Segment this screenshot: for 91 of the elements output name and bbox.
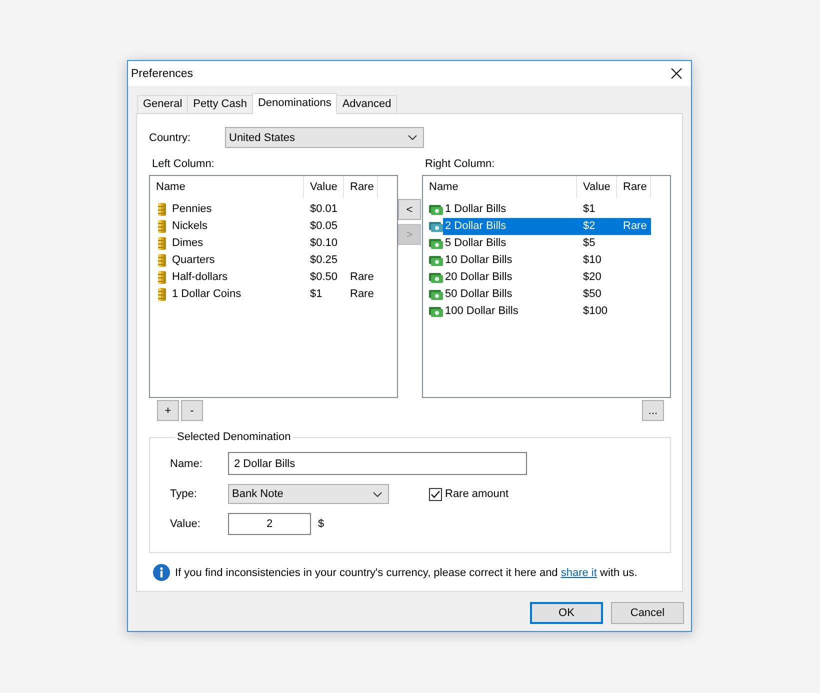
table-cell-text: Rare bbox=[622, 219, 648, 234]
checkbox[interactable] bbox=[429, 488, 442, 500]
chevron-down-icon bbox=[373, 492, 382, 496]
tab[interactable]: Advanced bbox=[336, 95, 398, 113]
table-cell-text: Pennies bbox=[171, 202, 213, 217]
table-cell-text: Half-dollars bbox=[171, 270, 229, 285]
table-cell-text: $50 bbox=[582, 287, 602, 302]
table-cell-text: Rare bbox=[349, 270, 375, 285]
coin-stack-icon bbox=[157, 253, 167, 268]
list-action-button[interactable]: - bbox=[181, 400, 203, 421]
list-row[interactable]: 1 Dollar Bills $1 bbox=[443, 201, 651, 218]
list-row[interactable]: 100 Dollar Bills $100 bbox=[443, 303, 651, 320]
list-row[interactable]: 50 Dollar Bills $50 bbox=[443, 286, 651, 303]
value-field[interactable]: 2 bbox=[228, 513, 311, 535]
table-cell-text: 100 Dollar Bills bbox=[444, 304, 520, 319]
move-button[interactable]: < bbox=[398, 199, 421, 220]
list-row[interactable]: 5 Dollar Bills $5 bbox=[443, 235, 651, 252]
window-title: Preferences bbox=[131, 68, 194, 80]
banknote-icon bbox=[429, 306, 443, 316]
column-header[interactable]: Name bbox=[150, 176, 304, 198]
list-action-button[interactable]: ... bbox=[642, 400, 664, 421]
table-cell-text: $1 bbox=[582, 202, 596, 217]
table-cell-text: $20 bbox=[582, 270, 602, 285]
table-cell-text: 20 Dollar Bills bbox=[444, 270, 514, 285]
banknote-icon bbox=[429, 204, 443, 214]
country-label: Country: bbox=[149, 132, 192, 144]
list-row[interactable]: Dimes $0.10 bbox=[170, 235, 378, 252]
list-row[interactable]: Quarters $0.25 bbox=[170, 252, 378, 269]
list-action-button[interactable]: + bbox=[157, 400, 179, 421]
table-cell-text: 50 Dollar Bills bbox=[444, 287, 514, 302]
table-cell-text: $1 bbox=[309, 287, 324, 302]
banknote-icon bbox=[429, 256, 443, 266]
table-cell-text: 1 Dollar Bills bbox=[444, 202, 508, 217]
list-row[interactable]: 10 Dollar Bills $10 bbox=[443, 252, 651, 269]
table-cell-text: $0.05 bbox=[309, 219, 339, 234]
coin-stack-icon bbox=[157, 202, 167, 217]
share-link[interactable]: share it bbox=[560, 566, 597, 578]
column-label: Right Column: bbox=[424, 158, 496, 170]
close-icon[interactable] bbox=[671, 68, 682, 79]
table-cell-text: $5 bbox=[582, 236, 596, 251]
dialog-button[interactable]: Cancel bbox=[611, 602, 684, 624]
info-text: If you find inconsistencies in your country's currency, please correct it here and share it with us. bbox=[175, 566, 638, 578]
table-cell-text: $0.50 bbox=[309, 270, 339, 285]
banknote-icon bbox=[429, 290, 443, 300]
info-icon bbox=[153, 564, 170, 581]
coin-stack-icon bbox=[157, 270, 167, 285]
column-label: Left Column: bbox=[151, 158, 216, 170]
table-cell-text: $0.01 bbox=[309, 202, 339, 217]
list-row[interactable]: Pennies $0.01 bbox=[170, 201, 378, 218]
table-cell-text: Rare bbox=[349, 287, 375, 302]
banknote-icon bbox=[429, 238, 443, 248]
column-header[interactable]: Value bbox=[577, 176, 617, 198]
column-header[interactable]: Name bbox=[423, 176, 577, 198]
table-cell-text: 10 Dollar Bills bbox=[444, 253, 514, 268]
field-label: Name: bbox=[170, 458, 204, 470]
table-cell-text: Quarters bbox=[171, 253, 216, 268]
type-dropdown[interactable]: Bank Note bbox=[228, 484, 389, 504]
coin-stack-icon bbox=[157, 236, 167, 251]
list-row[interactable]: 1 Dollar Coins $1 Rare bbox=[170, 286, 378, 303]
column-header[interactable]: Rare bbox=[617, 176, 651, 198]
table-cell-text: 5 Dollar Bills bbox=[444, 236, 508, 251]
list-row[interactable]: Nickels $0.05 bbox=[170, 218, 378, 235]
banknote-icon bbox=[429, 272, 443, 282]
table-cell-text: $100 bbox=[582, 304, 608, 319]
table-cell-text: Nickels bbox=[171, 219, 208, 234]
chevron-down-icon bbox=[408, 135, 417, 140]
coin-stack-icon bbox=[157, 219, 167, 234]
table-cell-text: 1 Dollar Coins bbox=[171, 287, 242, 302]
country-dropdown[interactable]: United States bbox=[225, 127, 424, 148]
table-cell-text: Dimes bbox=[171, 236, 204, 251]
table-cell-text: $10 bbox=[582, 253, 602, 268]
list-row[interactable]: 2 Dollar Bills $2 Rare bbox=[443, 218, 651, 235]
dialog-button[interactable]: OK bbox=[530, 602, 603, 624]
name-field[interactable]: 2 Dollar Bills bbox=[228, 452, 527, 475]
table-cell-text: 2 Dollar Bills bbox=[444, 219, 508, 234]
coin-stack-icon bbox=[157, 287, 167, 302]
table-cell-text: $0.25 bbox=[309, 253, 339, 268]
field-label: Value: bbox=[170, 518, 202, 530]
currency-unit: $ bbox=[318, 518, 324, 530]
list-row[interactable]: 20 Dollar Bills $20 bbox=[443, 269, 651, 286]
column-header[interactable]: Rare bbox=[344, 176, 378, 198]
table-cell-text: $0.10 bbox=[309, 236, 339, 251]
checkbox-label[interactable]: Rare amount bbox=[445, 488, 509, 500]
tab[interactable]: Denominations bbox=[252, 93, 338, 114]
group-title: Selected Denomination bbox=[176, 431, 292, 443]
column-header[interactable]: Value bbox=[304, 176, 344, 198]
field-label: Type: bbox=[170, 488, 198, 500]
table-cell-text: $2 bbox=[582, 219, 596, 234]
list-row[interactable]: Half-dollars $0.50 Rare bbox=[170, 269, 378, 286]
tab[interactable]: General bbox=[137, 95, 188, 113]
banknote-icon bbox=[429, 222, 443, 232]
